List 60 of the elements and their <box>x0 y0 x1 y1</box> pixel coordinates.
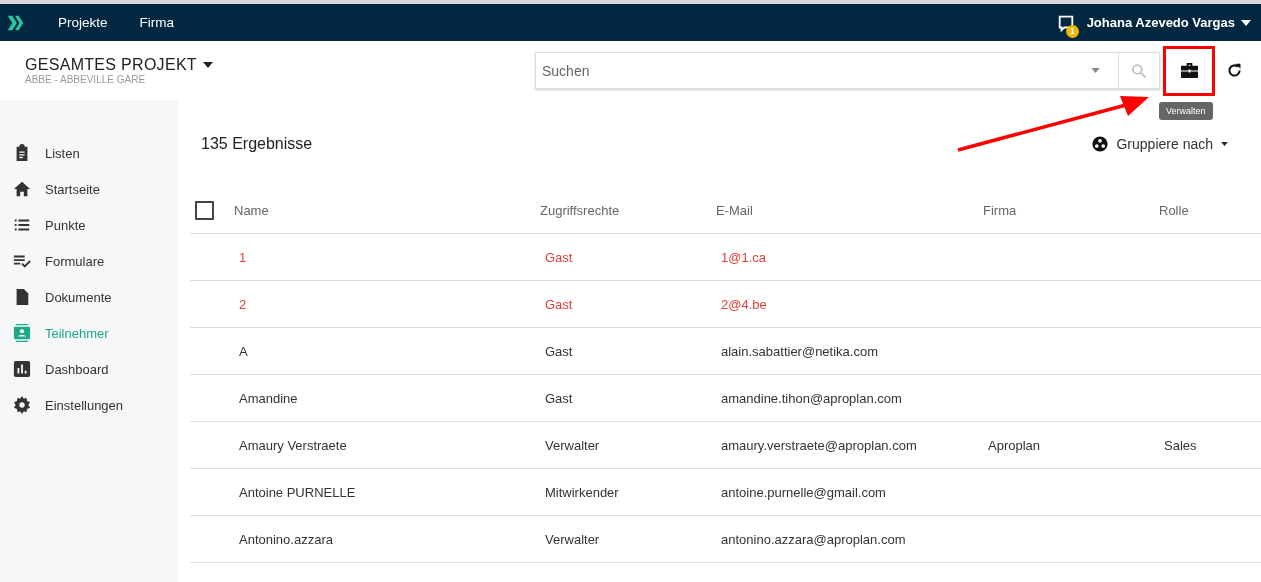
sidebar-item[interactable]: Dashboard <box>0 351 178 387</box>
column-header[interactable]: Zugriffsrechte <box>540 203 716 218</box>
bar-chart-icon <box>13 360 31 378</box>
contact-card-icon <box>13 324 31 342</box>
table-cell: Verwalter <box>545 437 600 453</box>
caret-icon <box>1241 19 1251 26</box>
table-cell: Antonino.azzara <box>239 531 333 547</box>
table-cell: Gast <box>545 390 573 406</box>
sidebar-item[interactable]: Dokumente <box>0 279 178 315</box>
nav-link[interactable]: Projekte <box>58 15 108 30</box>
search-bar[interactable]: Suchen <box>535 52 1160 89</box>
sidebar-item[interactable]: Listen <box>0 135 178 171</box>
table-cell: Sales <box>1164 437 1197 453</box>
table-cell: 2 <box>239 296 247 312</box>
table-cell: Amandine <box>239 390 298 406</box>
column-header[interactable]: Firma <box>983 203 1159 218</box>
table-cell: Antoine PURNELLE <box>239 484 356 500</box>
search-icon <box>1131 62 1147 79</box>
table-cell: Amaury Verstraete <box>239 437 347 453</box>
message-icon[interactable] <box>1056 13 1075 32</box>
project-subtitle: ABBE - ABBEVILLE GARE <box>25 74 147 85</box>
table-cell: Verwalter <box>545 531 600 547</box>
table-cell: Gast <box>545 249 573 265</box>
table-cell: alain.sabattier@netika.com <box>721 343 878 359</box>
table-cell: antoine.purnelle@gmail.com <box>721 484 886 500</box>
table-cell: 1@1.ca <box>721 249 766 265</box>
user-menu[interactable]: Johana Azevedo Vargas <box>1086 15 1251 30</box>
home-icon <box>13 180 31 198</box>
group-by-button[interactable]: Gruppiere nach <box>1092 136 1228 152</box>
double-chevron-logo-icon[interactable] <box>6 13 24 32</box>
refresh-icon <box>1225 62 1243 79</box>
project-title[interactable]: GESAMTES PROJEKT <box>25 56 197 74</box>
table-cell: A <box>239 343 248 359</box>
briefcase-icon <box>1179 62 1199 79</box>
table-cell: Gast <box>545 343 573 359</box>
highlight-frame <box>1163 45 1215 96</box>
table-cell: amandine.tihon@aproplan.com <box>721 390 902 406</box>
sidebar-item[interactable]: Punkte <box>0 207 178 243</box>
caret-icon[interactable] <box>202 62 213 68</box>
column-header[interactable]: Name <box>234 203 540 218</box>
results-count: 135 Ergebnisse <box>201 135 313 153</box>
column-header[interactable]: Rolle <box>1159 203 1261 218</box>
sidebar-item[interactable]: Formulare <box>0 243 178 279</box>
select-all-checkbox[interactable] <box>195 201 214 220</box>
table-cell: Gast <box>545 296 573 312</box>
settings-icon <box>13 396 31 414</box>
table-cell: 2@4.be <box>721 296 767 312</box>
notification-badge: 1 <box>1065 24 1079 38</box>
sidebar-item[interactable]: Startseite <box>0 171 178 207</box>
sidebar-item[interactable]: Einstellungen <box>0 387 178 423</box>
nav-link[interactable]: Firma <box>139 15 175 30</box>
column-header[interactable]: E-Mail <box>716 203 983 218</box>
table-cell: 1 <box>239 249 247 265</box>
caret-icon <box>1221 142 1228 146</box>
table-cell: Mitwirkender <box>545 484 619 500</box>
table-cell: amaury.verstraete@aproplan.com <box>721 437 917 453</box>
table-cell: antonino.azzara@aproplan.com <box>721 531 906 547</box>
three-dots-circle-icon <box>1092 136 1109 152</box>
tooltip: Verwalten <box>1159 101 1213 120</box>
table-cell: Aproplan <box>988 437 1041 453</box>
